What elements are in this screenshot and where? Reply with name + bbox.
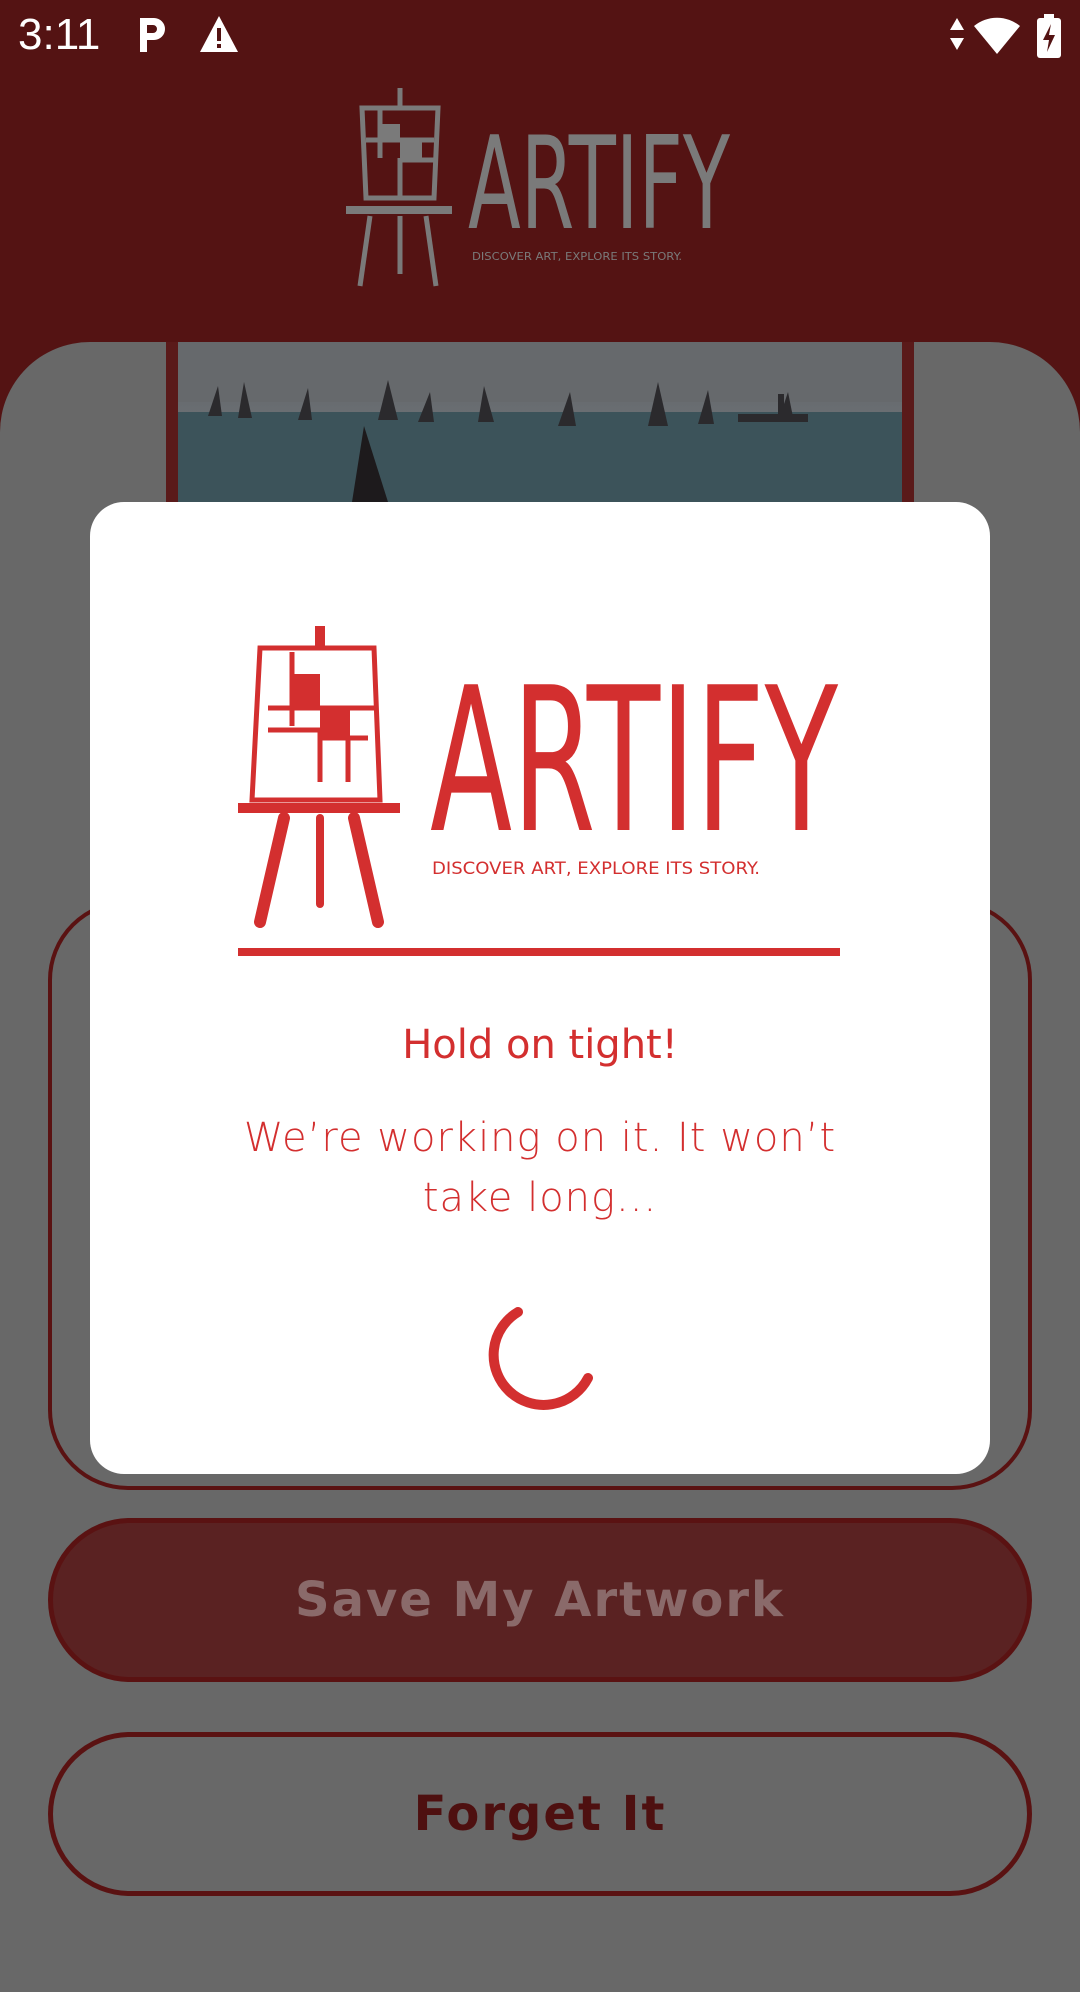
dialog-title: Hold on tight! xyxy=(402,1022,678,1068)
loading-spinner-icon xyxy=(478,1300,602,1428)
header-logo-name: ARTIFY xyxy=(468,110,730,259)
warning-icon xyxy=(198,14,240,58)
artwork-image xyxy=(178,342,902,502)
dialog-message: We’re working on it. It won’t take long.… xyxy=(243,1115,837,1221)
loading-dialog: ARTIFY DISCOVER ART, EXPLORE ITS STORY. … xyxy=(90,502,990,1474)
save-artwork-button[interactable]: Save My Artwork xyxy=(48,1518,1032,1682)
dialog-logo: ARTIFY DISCOVER ART, EXPLORE ITS STORY. xyxy=(238,622,842,966)
forget-it-button[interactable]: Forget It xyxy=(48,1732,1032,1896)
wifi-icon xyxy=(972,16,1022,60)
battery-charging-icon xyxy=(1036,14,1062,62)
header-logo: ARTIFY DISCOVER ART, EXPLORE ITS STORY. xyxy=(340,88,740,309)
status-time: 3:11 xyxy=(18,10,101,59)
header-logo-tagline: DISCOVER ART, EXPLORE ITS STORY. xyxy=(472,250,682,263)
status-bar: 3:11 xyxy=(0,0,1080,72)
data-arrows-icon xyxy=(948,16,966,56)
parking-icon xyxy=(136,14,170,58)
dialog-logo-name: ARTIFY xyxy=(430,645,838,878)
dialog-logo-tagline: DISCOVER ART, EXPLORE ITS STORY. xyxy=(432,859,760,879)
